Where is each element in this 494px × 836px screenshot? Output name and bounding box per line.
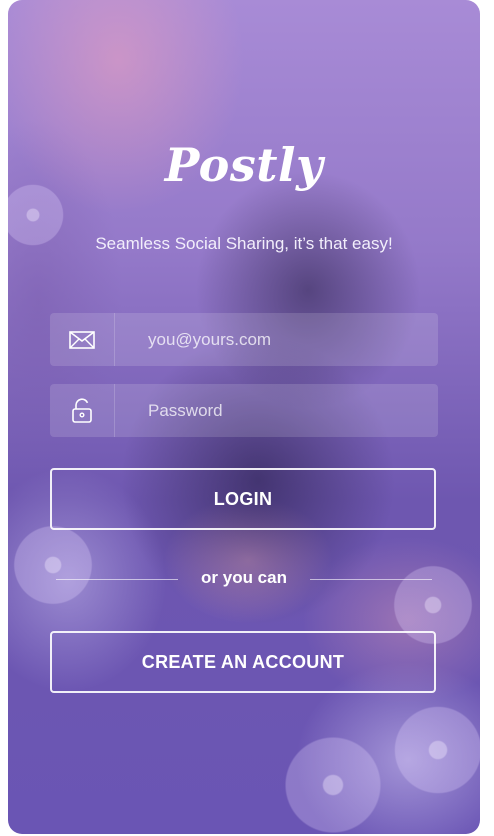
divider-text: or you can <box>201 568 287 587</box>
password-input[interactable] <box>148 384 418 437</box>
login-button[interactable]: LOGIN <box>50 468 436 530</box>
login-screen: Postly Seamless Social Sharing, it’s tha… <box>8 0 480 834</box>
app-logo: Postly <box>164 138 324 192</box>
background-flower <box>278 730 388 834</box>
email-input[interactable] <box>148 313 418 366</box>
envelope-icon <box>50 313 115 366</box>
create-account-button[interactable]: CREATE AN ACCOUNT <box>50 631 436 693</box>
background-flower <box>8 520 98 610</box>
email-field[interactable] <box>50 313 438 366</box>
tagline: Seamless Social Sharing, it’s that easy! <box>95 234 393 253</box>
background-flower <box>388 700 480 800</box>
password-field[interactable] <box>50 384 438 437</box>
lock-icon <box>50 384 115 437</box>
or-divider: or you can <box>56 568 432 590</box>
